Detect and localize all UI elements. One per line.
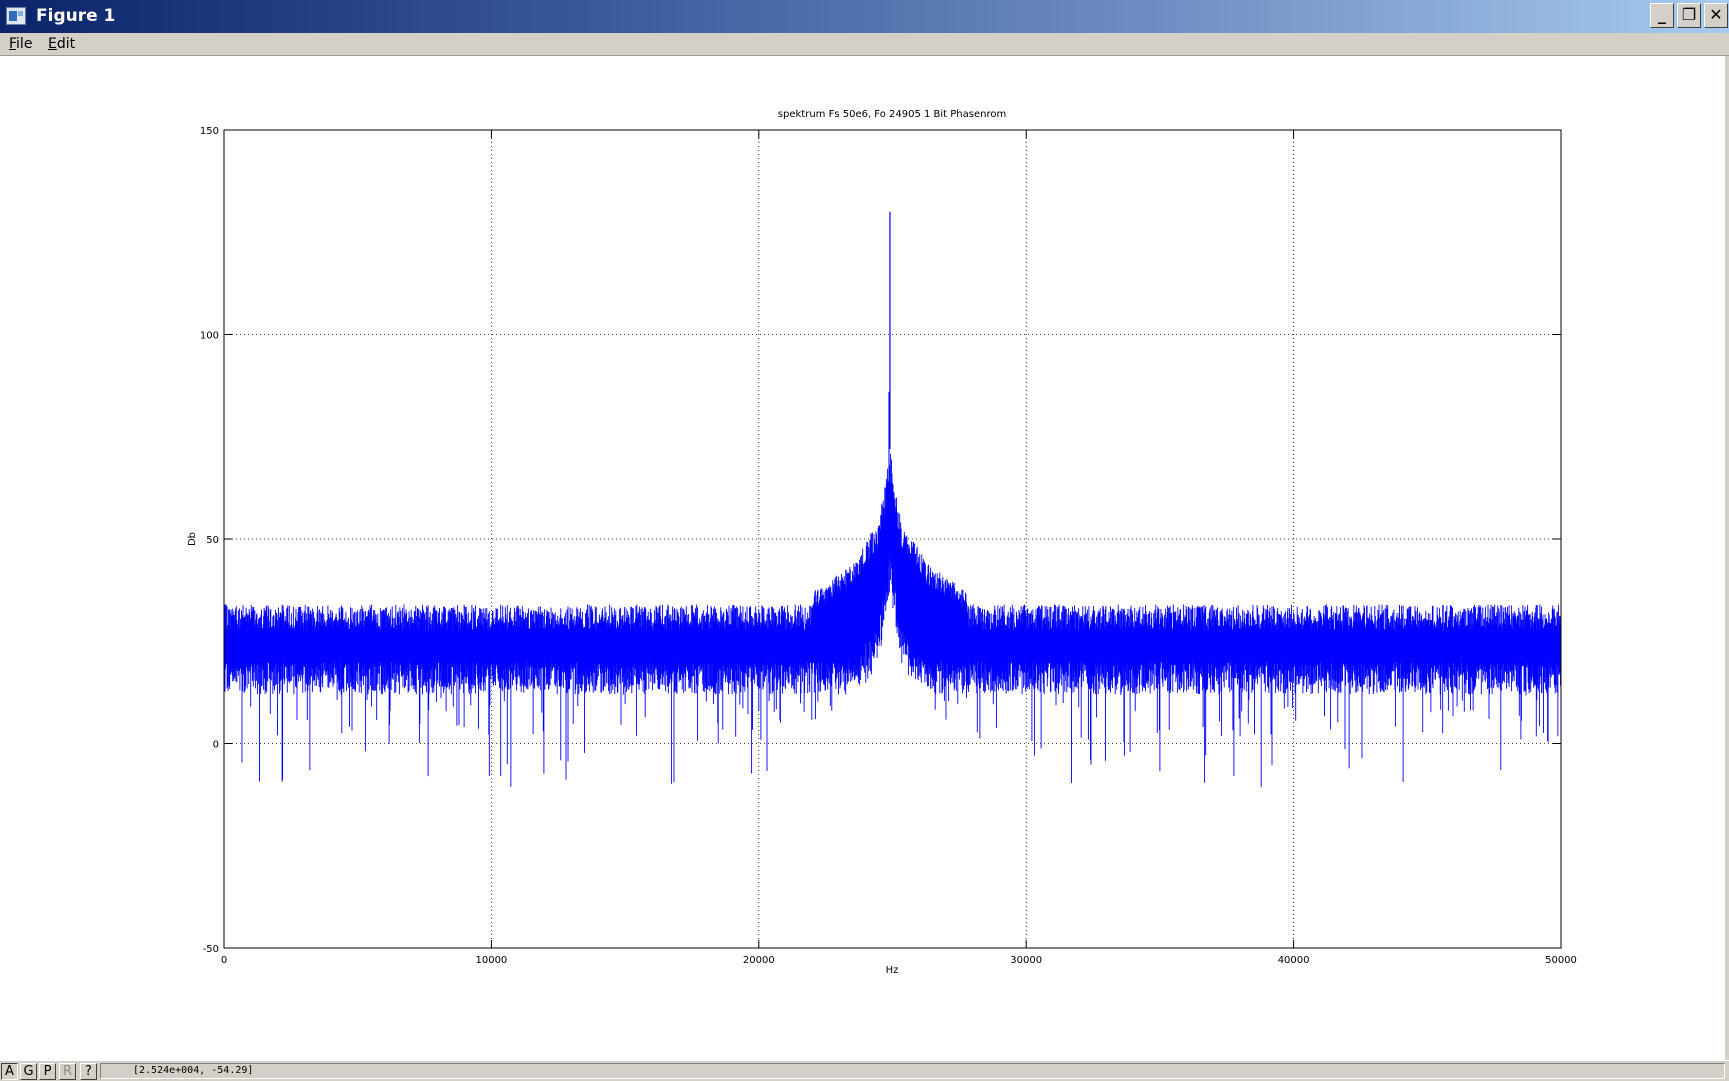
rotate-button[interactable]: R	[59, 1063, 76, 1080]
x-tick-label: 20000	[743, 955, 775, 966]
pan-button[interactable]: P	[39, 1063, 56, 1080]
maximize-button[interactable]: ❐	[1677, 3, 1701, 28]
x-tick-label: 0	[221, 955, 227, 966]
grid-button[interactable]: G	[20, 1063, 37, 1080]
x-axis-label: Hz	[886, 965, 899, 976]
window-title: Figure 1	[36, 6, 116, 26]
menu-edit[interactable]: Edit	[48, 36, 75, 52]
autoscale-button[interactable]: A	[1, 1063, 18, 1080]
plot-canvas[interactable]: 0 10000 20000 30000 40000 50000-50050100150 s…	[0, 56, 1729, 1060]
status-bar: A G P R ? [2.524e+004, -54.29]	[0, 1060, 1729, 1081]
y-tick-label: 150	[200, 126, 219, 137]
y-tick-label: 50	[206, 535, 219, 546]
y-tick-label: -50	[203, 944, 219, 955]
y-axis-label: Db	[187, 532, 198, 546]
x-tick-label: 40000	[1278, 955, 1310, 966]
spectrum-noise-trace	[223, 453, 1562, 788]
chart-title: spektrum Fs 50e6, Fo 24905 1 Bit Phasenr…	[778, 109, 1006, 120]
x-tick-label: 30000	[1010, 955, 1042, 966]
menu-file[interactable]: File	[9, 36, 32, 52]
menu-bar: File Edit	[0, 33, 1729, 56]
x-tick-label: 50000	[1545, 955, 1577, 966]
canvas-edge-bar	[1725, 56, 1729, 1060]
title-bar: Figure 1 _ ❐ ✕	[0, 0, 1729, 33]
x-tick-label: 10000	[475, 955, 507, 966]
y-tick-label: 0	[213, 740, 219, 751]
figure-window-icon[interactable]	[6, 7, 26, 25]
coordinate-readout: [2.524e+004, -54.29]	[100, 1063, 1725, 1079]
close-button[interactable]: ✕	[1704, 3, 1728, 28]
spectrum-trace-group	[223, 211, 1562, 788]
help-button[interactable]: ?	[80, 1063, 97, 1080]
minimize-button[interactable]: _	[1650, 3, 1674, 28]
y-tick-label: 100	[200, 331, 219, 342]
